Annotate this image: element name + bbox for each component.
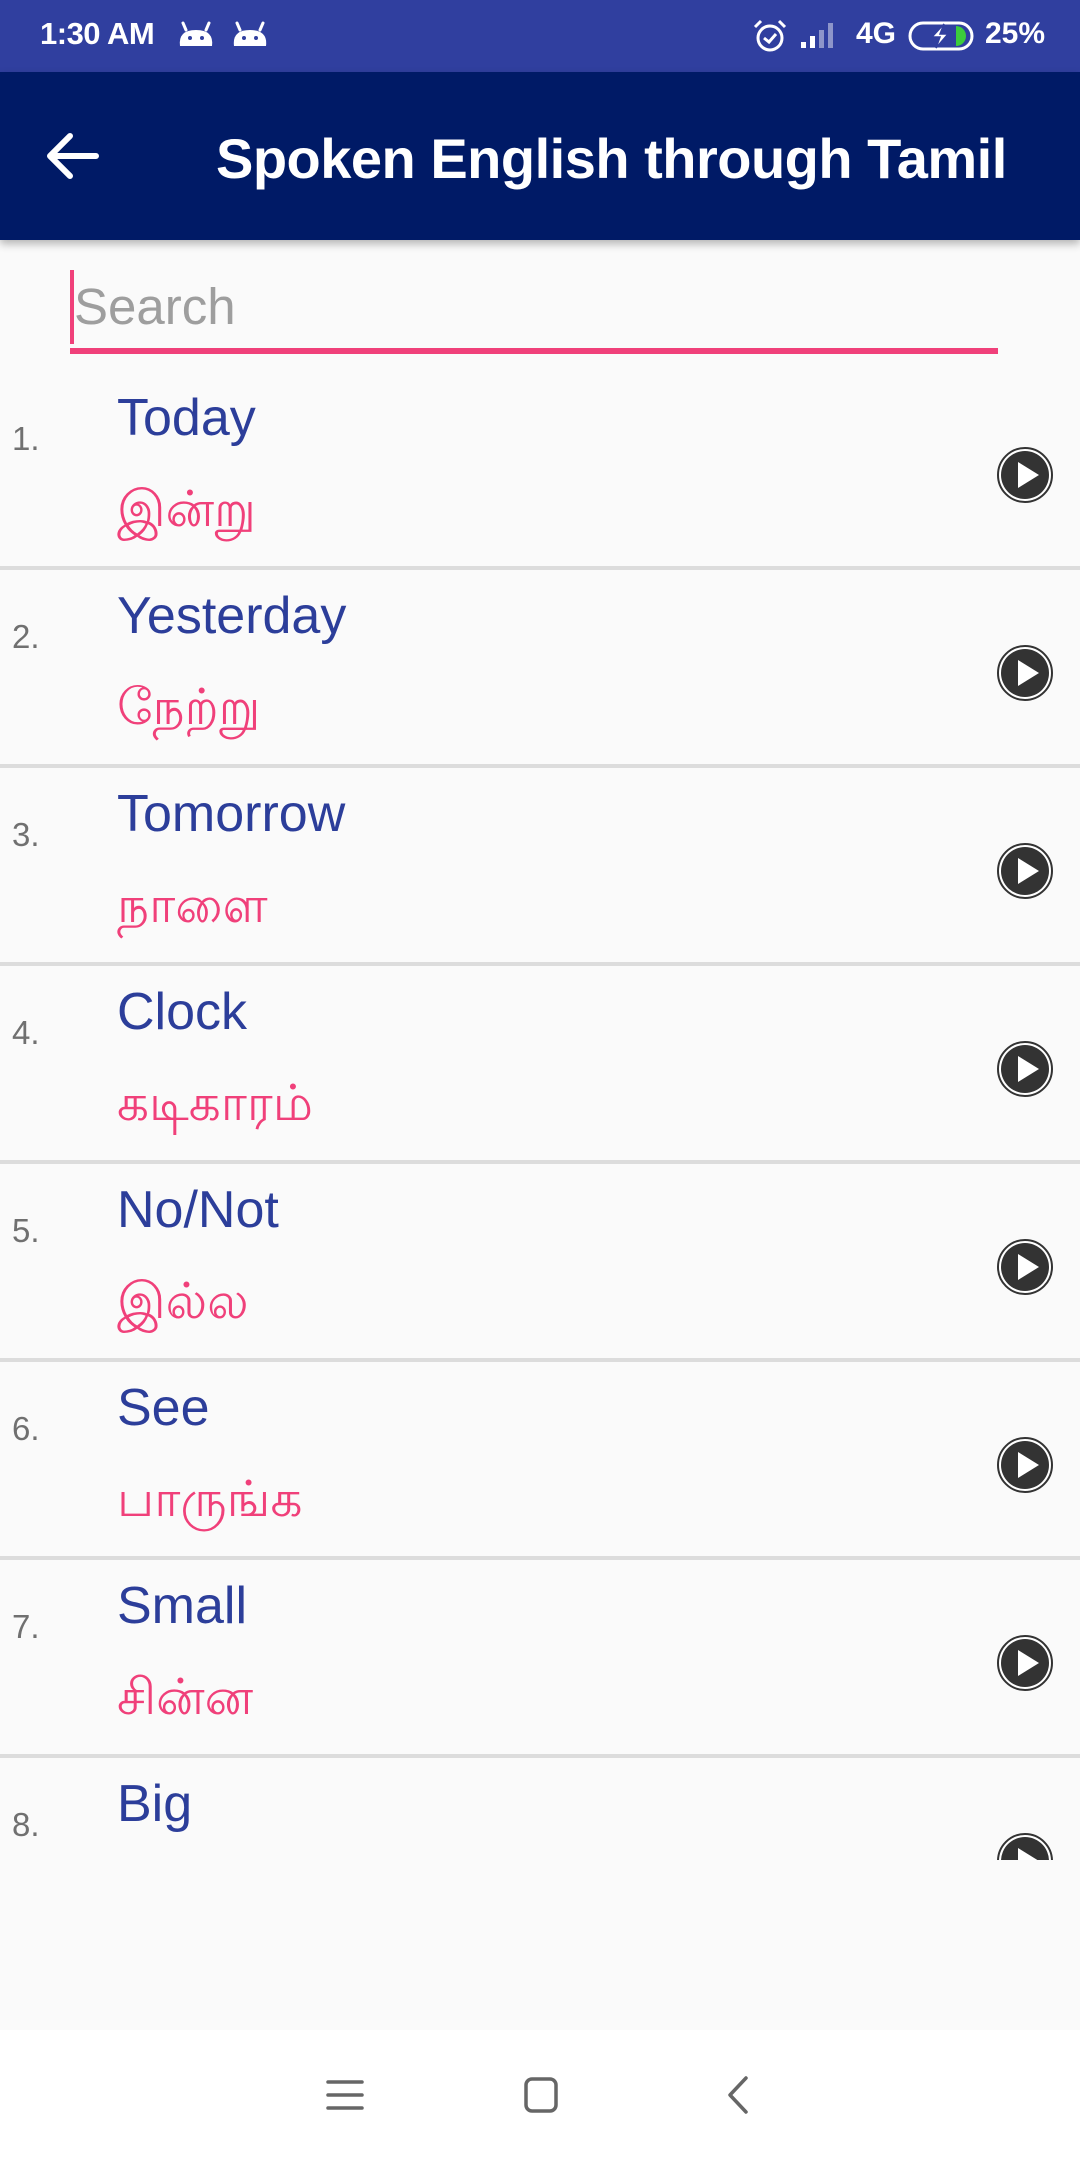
item-number: 3. <box>12 816 40 853</box>
tamil-word: நாளை <box>117 876 268 934</box>
list-item[interactable]: 8. Big <box>0 1758 1080 1860</box>
play-circle-icon <box>997 843 1053 899</box>
alarm-clock-icon <box>753 19 787 52</box>
android-notification-icon <box>179 21 213 46</box>
play-circle-icon <box>997 1833 1053 1860</box>
tamil-word: நேற்று <box>117 678 261 736</box>
item-number: 8. <box>12 1806 40 1843</box>
list-item[interactable]: 2. Yesterday நேற்று <box>0 570 1080 768</box>
cell-signal-icon <box>801 23 833 48</box>
play-circle-icon <box>997 1239 1053 1295</box>
page-title: Spoken English through Tamil <box>216 127 1007 190</box>
back-button[interactable] <box>40 124 110 188</box>
tamil-word: பாருங்க <box>117 1470 303 1528</box>
english-word: Big <box>117 1775 193 1833</box>
app-bar: Spoken English through Tamil <box>0 72 1080 240</box>
tamil-word: இன்று <box>117 480 256 538</box>
item-number: 2. <box>12 618 40 655</box>
search-field[interactable] <box>70 266 1004 356</box>
battery-charging-icon <box>908 21 974 51</box>
play-circle-icon <box>997 645 1053 701</box>
play-button[interactable] <box>996 644 1054 702</box>
status-time: 1:30 AM <box>40 16 155 51</box>
item-number: 6. <box>12 1410 40 1447</box>
item-number: 4. <box>12 1014 40 1051</box>
tamil-word: இல்ல <box>117 1272 249 1330</box>
tamil-word: சின்ன <box>117 1668 254 1726</box>
network-type: 4G <box>856 17 897 50</box>
list-item[interactable]: 6. See பாருங்க <box>0 1362 1080 1560</box>
play-button[interactable] <box>996 1436 1054 1494</box>
recents-button[interactable] <box>316 2070 376 2120</box>
play-circle-icon <box>997 1635 1053 1691</box>
system-back-button[interactable] <box>710 2070 770 2120</box>
square-home-icon <box>524 2077 558 2113</box>
item-number: 5. <box>12 1212 40 1249</box>
play-circle-icon <box>997 447 1053 503</box>
play-circle-icon <box>997 1437 1053 1493</box>
search-underline <box>70 348 998 354</box>
search-input[interactable] <box>70 266 1004 346</box>
item-number: 7. <box>12 1608 40 1645</box>
play-button[interactable] <box>996 1634 1054 1692</box>
text-cursor <box>70 270 74 344</box>
list-item[interactable]: 1. Today இன்று <box>0 372 1080 570</box>
english-word: No/Not <box>117 1181 279 1239</box>
android-notification-icon <box>233 21 267 46</box>
list-item[interactable]: 5. No/Not இல்ல <box>0 1164 1080 1362</box>
list-item[interactable]: 7. Small சின்ன <box>0 1560 1080 1758</box>
english-word: Tomorrow <box>117 785 346 843</box>
play-button[interactable] <box>996 1238 1054 1296</box>
english-word: Today <box>117 389 256 447</box>
play-button[interactable] <box>996 1832 1054 1860</box>
play-circle-icon <box>997 1041 1053 1097</box>
chevron-left-icon <box>728 2076 748 2114</box>
play-button[interactable] <box>996 842 1054 900</box>
home-button[interactable] <box>510 2070 570 2120</box>
play-button[interactable] <box>996 446 1054 504</box>
list-item[interactable]: 4. Clock கடிகாரம் <box>0 966 1080 1164</box>
tamil-word: கடிகாரம் <box>117 1074 313 1132</box>
english-word: Yesterday <box>117 587 347 645</box>
list-item[interactable]: 3. Tomorrow நாளை <box>0 768 1080 966</box>
system-nav-bar <box>0 2030 1080 2160</box>
english-word: See <box>117 1379 210 1437</box>
status-bar: 1:30 AM 4G 25% <box>0 0 1080 72</box>
english-word: Clock <box>117 983 248 1041</box>
phrase-list[interactable]: 1. Today இன்று 2. Yesterday நேற்று 3. To… <box>0 372 1080 1860</box>
play-button[interactable] <box>996 1040 1054 1098</box>
english-word: Small <box>117 1577 248 1635</box>
arrow-left-icon <box>47 133 99 179</box>
item-number: 1. <box>12 420 40 457</box>
battery-percent: 25% <box>985 17 1046 50</box>
menu-lines-icon <box>326 2080 364 2110</box>
